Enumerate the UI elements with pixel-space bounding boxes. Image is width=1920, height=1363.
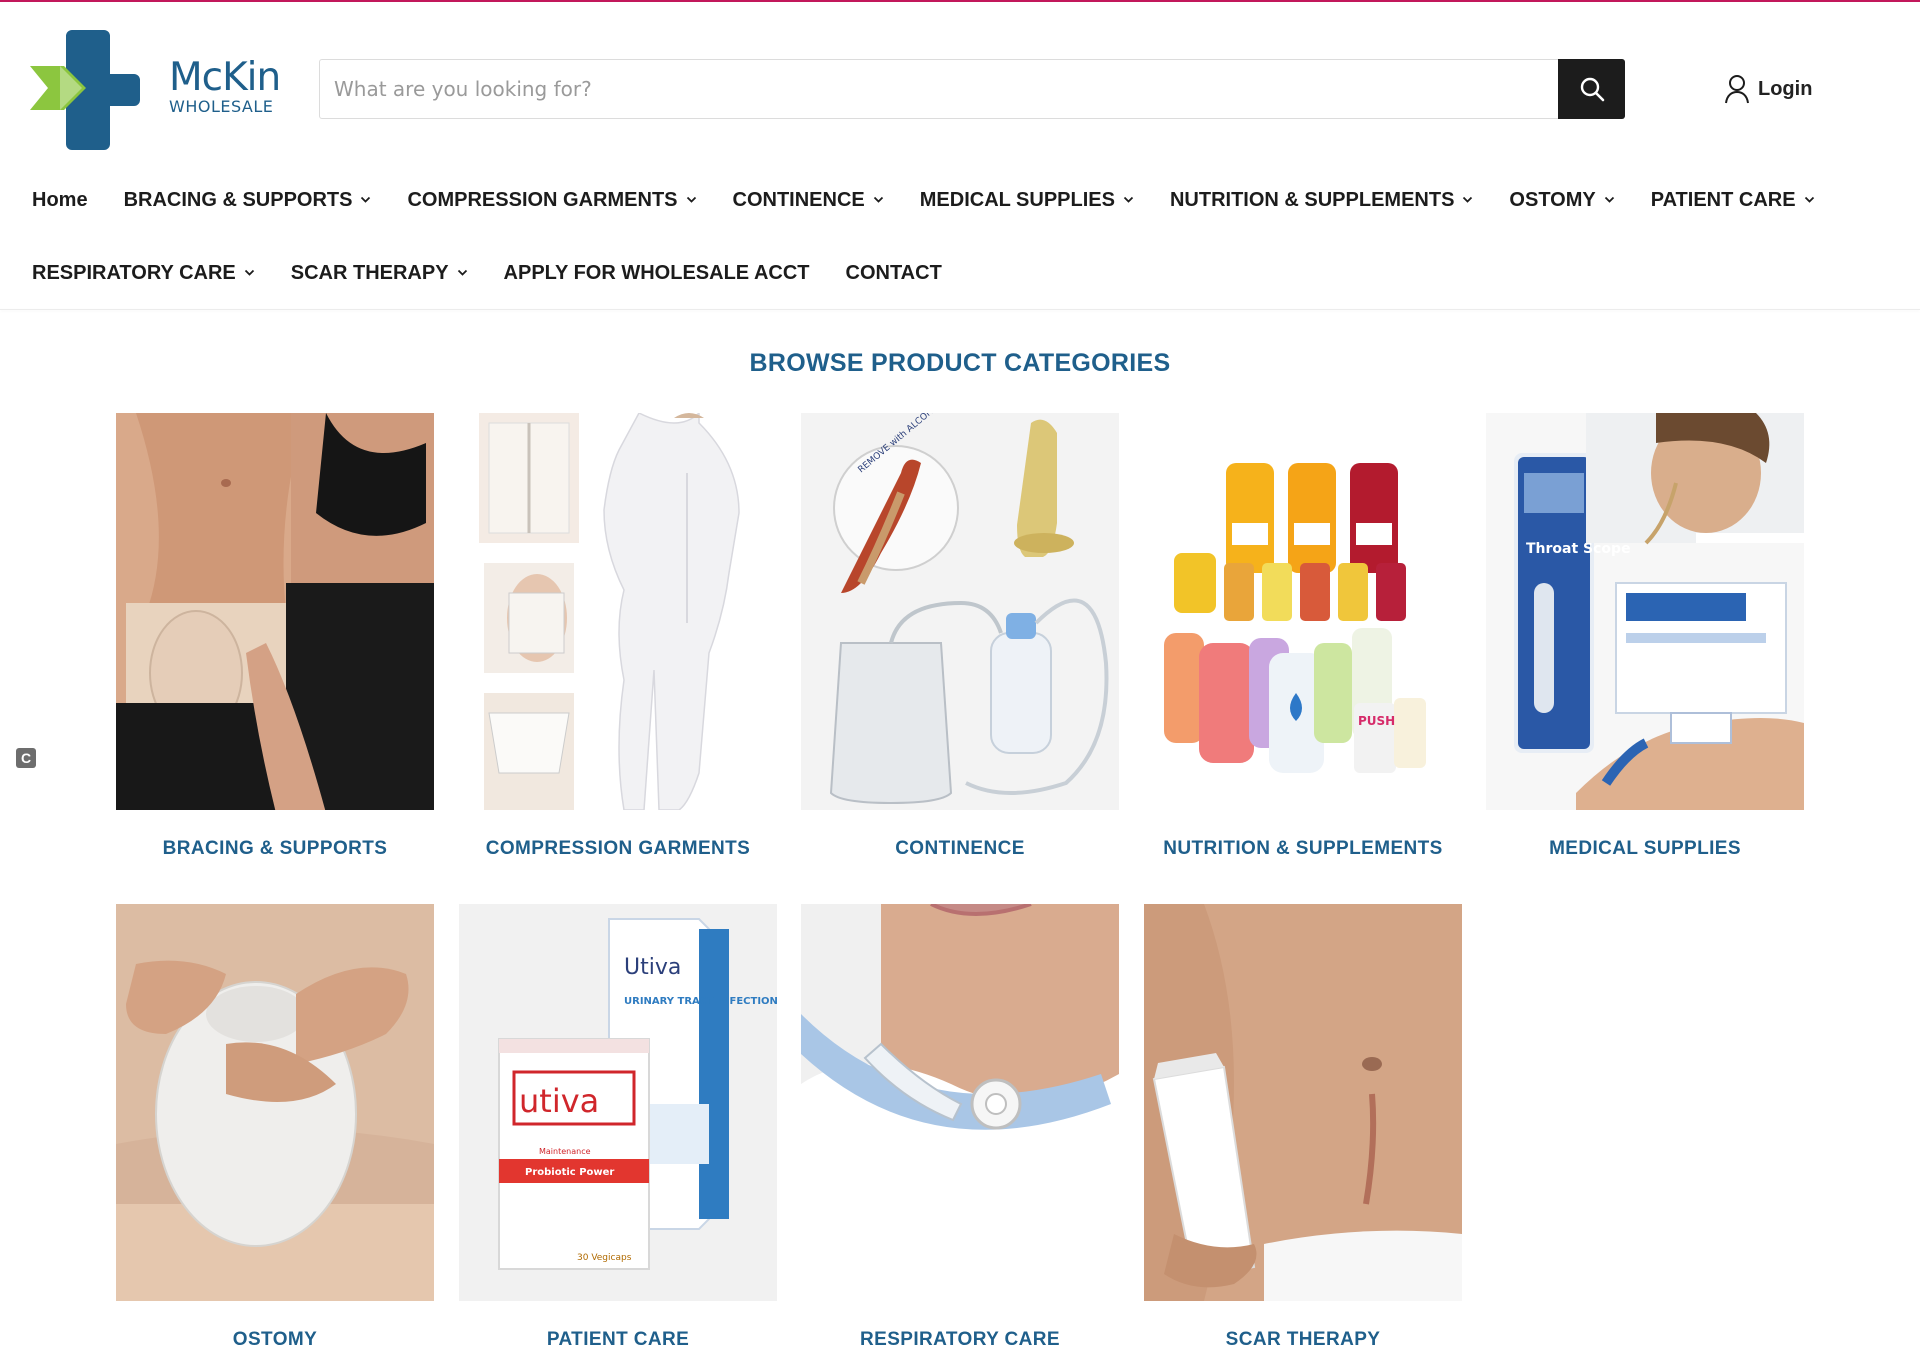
chevron-down-icon <box>1604 196 1615 204</box>
category-label[interactable]: SCAR THERAPY <box>1144 1329 1462 1351</box>
main-nav-row-2: RESPIRATORY CARE SCAR THERAPY APPLY FOR … <box>32 259 978 287</box>
login-link[interactable]: Login <box>1724 74 1812 104</box>
nav-bracing-supports[interactable]: BRACING & SUPPORTS <box>124 186 372 214</box>
header-divider <box>0 309 1920 310</box>
category-card-bracing-supports[interactable]: BRACING & SUPPORTS <box>116 413 434 860</box>
utiva-front-line2: Probiotic Power <box>525 1167 614 1178</box>
category-image-medical-supplies[interactable]: Throat Scope <box>1486 413 1804 810</box>
category-card-nutrition-supplements[interactable]: PUSH NUTRITION & SUPPLEMENTS <box>1144 413 1462 860</box>
logo-cross-icon <box>30 30 140 150</box>
nav-label: COMPRESSION GARMENTS <box>407 189 678 211</box>
user-icon <box>1725 75 1749 104</box>
category-image-nutrition-supplements[interactable]: PUSH <box>1144 413 1462 810</box>
chevron-down-icon <box>457 269 468 277</box>
chevron-down-icon <box>873 196 884 204</box>
category-image-bracing-supports[interactable] <box>116 413 434 810</box>
utiva-front-brand: utiva <box>519 1082 599 1120</box>
nav-ostomy[interactable]: OSTOMY <box>1509 186 1614 214</box>
nav-respiratory-care[interactable]: RESPIRATORY CARE <box>32 259 255 287</box>
utiva-box-title: URINARY TRACT INFECTION <box>624 996 777 1007</box>
logo-subtitle: WHOLESALE <box>169 97 274 116</box>
search-input[interactable] <box>320 60 1558 118</box>
category-label[interactable]: RESPIRATORY CARE <box>801 1329 1119 1351</box>
main-nav-row-1: Home BRACING & SUPPORTS COMPRESSION GARM… <box>32 186 1851 214</box>
category-card-continence[interactable]: REMOVE with ALCOHOL CONTINENCE <box>801 413 1119 860</box>
category-image-respiratory-care[interactable] <box>801 904 1119 1301</box>
category-card-scar-therapy[interactable]: SCAR THERAPY <box>1144 904 1462 1351</box>
site-logo[interactable]: McKin WHOLESALE <box>30 26 281 154</box>
nav-apply-wholesale[interactable]: APPLY FOR WHOLESALE ACCT <box>504 259 810 287</box>
category-card-respiratory-care[interactable]: RESPIRATORY CARE <box>801 904 1119 1351</box>
nav-label: SCAR THERAPY <box>290 262 449 284</box>
category-label[interactable]: CONTINENCE <box>801 838 1119 860</box>
nav-continence[interactable]: CONTINENCE <box>733 186 884 214</box>
category-label[interactable]: OSTOMY <box>116 1329 434 1351</box>
category-image-compression-garments[interactable] <box>459 413 777 810</box>
nav-label: BRACING & SUPPORTS <box>123 189 353 211</box>
nav-home[interactable]: Home <box>32 186 88 214</box>
nav-label: OSTOMY <box>1509 189 1596 211</box>
push-product-text: PUSH <box>1358 714 1395 728</box>
category-label[interactable]: COMPRESSION GARMENTS <box>459 838 777 860</box>
nav-label: APPLY FOR WHOLESALE ACCT <box>503 262 810 284</box>
category-card-compression-garments[interactable]: COMPRESSION GARMENTS <box>459 413 777 860</box>
logo-wordmark: McKin WHOLESALE <box>169 55 281 116</box>
utiva-box-brand: Utiva <box>624 955 681 980</box>
search-bar <box>319 59 1625 119</box>
chevron-down-icon <box>686 196 697 204</box>
category-card-patient-care[interactable]: Utiva URINARY TRACT INFECTION utiva Main… <box>459 904 777 1351</box>
nav-label: Home <box>32 189 88 211</box>
category-label[interactable]: BRACING & SUPPORTS <box>116 838 434 860</box>
nav-compression-garments[interactable]: COMPRESSION GARMENTS <box>407 186 696 214</box>
category-card-medical-supplies[interactable]: Throat Scope MEDICAL SUPPLIES <box>1486 413 1804 860</box>
search-icon <box>1580 77 1604 102</box>
utiva-front-line1: Maintenance <box>539 1147 591 1156</box>
nav-scar-therapy[interactable]: SCAR THERAPY <box>291 259 468 287</box>
nav-patient-care[interactable]: PATIENT CARE <box>1651 186 1815 214</box>
nav-contact[interactable]: CONTACT <box>846 259 942 287</box>
category-label[interactable]: MEDICAL SUPPLIES <box>1486 838 1804 860</box>
search-button[interactable] <box>1558 59 1625 119</box>
chevron-down-icon <box>244 269 255 277</box>
category-label[interactable]: NUTRITION & SUPPLEMENTS <box>1144 838 1462 860</box>
chevron-down-icon <box>360 196 371 204</box>
nav-label: MEDICAL SUPPLIES <box>919 189 1115 211</box>
nav-label: NUTRITION & SUPPLEMENTS <box>1169 189 1455 211</box>
throat-scope-text: Throat Scope <box>1526 541 1631 557</box>
top-accent-line <box>0 0 1920 2</box>
side-widget-badge[interactable]: C <box>16 748 36 768</box>
chevron-down-icon <box>1804 196 1815 204</box>
nav-label: CONTINENCE <box>732 189 865 211</box>
nav-nutrition-supplements[interactable]: NUTRITION & SUPPLEMENTS <box>1170 186 1473 214</box>
chevron-down-icon <box>1123 196 1134 204</box>
nav-medical-supplies[interactable]: MEDICAL SUPPLIES <box>920 186 1134 214</box>
category-label[interactable]: PATIENT CARE <box>459 1329 777 1351</box>
nav-label: PATIENT CARE <box>1650 189 1796 211</box>
chevron-down-icon <box>1462 196 1473 204</box>
nav-label: CONTACT <box>845 262 942 284</box>
category-image-patient-care[interactable]: Utiva URINARY TRACT INFECTION utiva Main… <box>459 904 777 1301</box>
nav-label: RESPIRATORY CARE <box>32 262 236 284</box>
category-image-ostomy[interactable] <box>116 904 434 1301</box>
utiva-front-count: 30 Vegicaps <box>577 1253 632 1263</box>
login-label: Login <box>1758 77 1813 100</box>
category-image-continence[interactable]: REMOVE with ALCOHOL <box>801 413 1119 810</box>
logo-name: McKin <box>169 55 281 100</box>
category-image-scar-therapy[interactable] <box>1144 904 1462 1301</box>
category-card-ostomy[interactable]: OSTOMY <box>116 904 434 1351</box>
section-title: BROWSE PRODUCT CATEGORIES <box>749 349 1171 377</box>
